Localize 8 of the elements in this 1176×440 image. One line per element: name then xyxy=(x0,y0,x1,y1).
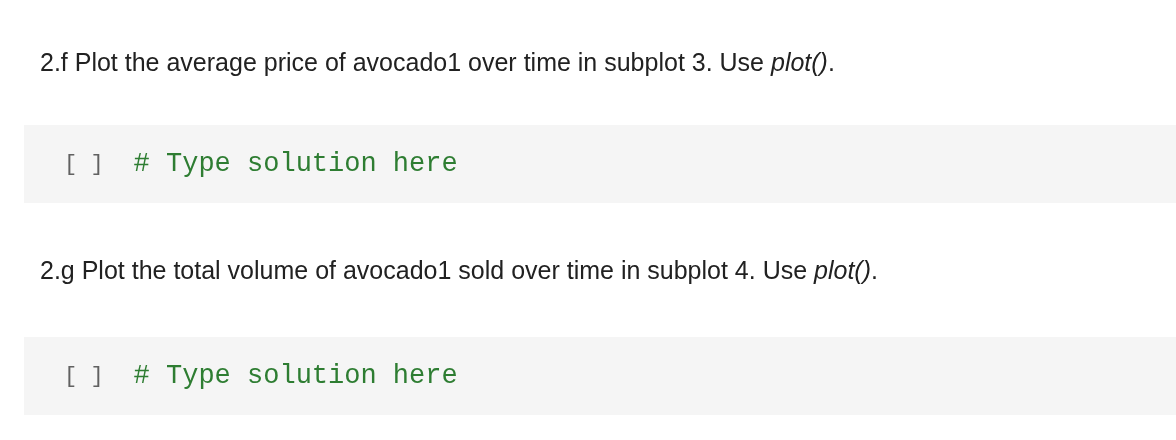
markdown-text: 2.g Plot the total volume of avocado1 sold over time in subplot 4. Use plot(). xyxy=(40,255,878,285)
code-cell[interactable]: [ ] # Type solution here xyxy=(24,337,1176,415)
run-prompt[interactable]: [ ] xyxy=(64,151,104,177)
code-cell[interactable]: [ ] # Type solution here xyxy=(24,125,1176,203)
markdown-text: 2.f Plot the average price of avocado1 over time in subplot 3. Use plot(). xyxy=(40,48,835,77)
code-comment: # Type solution here xyxy=(133,361,458,391)
run-prompt[interactable]: [ ] xyxy=(64,363,104,389)
code-comment: # Type solution here xyxy=(133,149,458,179)
